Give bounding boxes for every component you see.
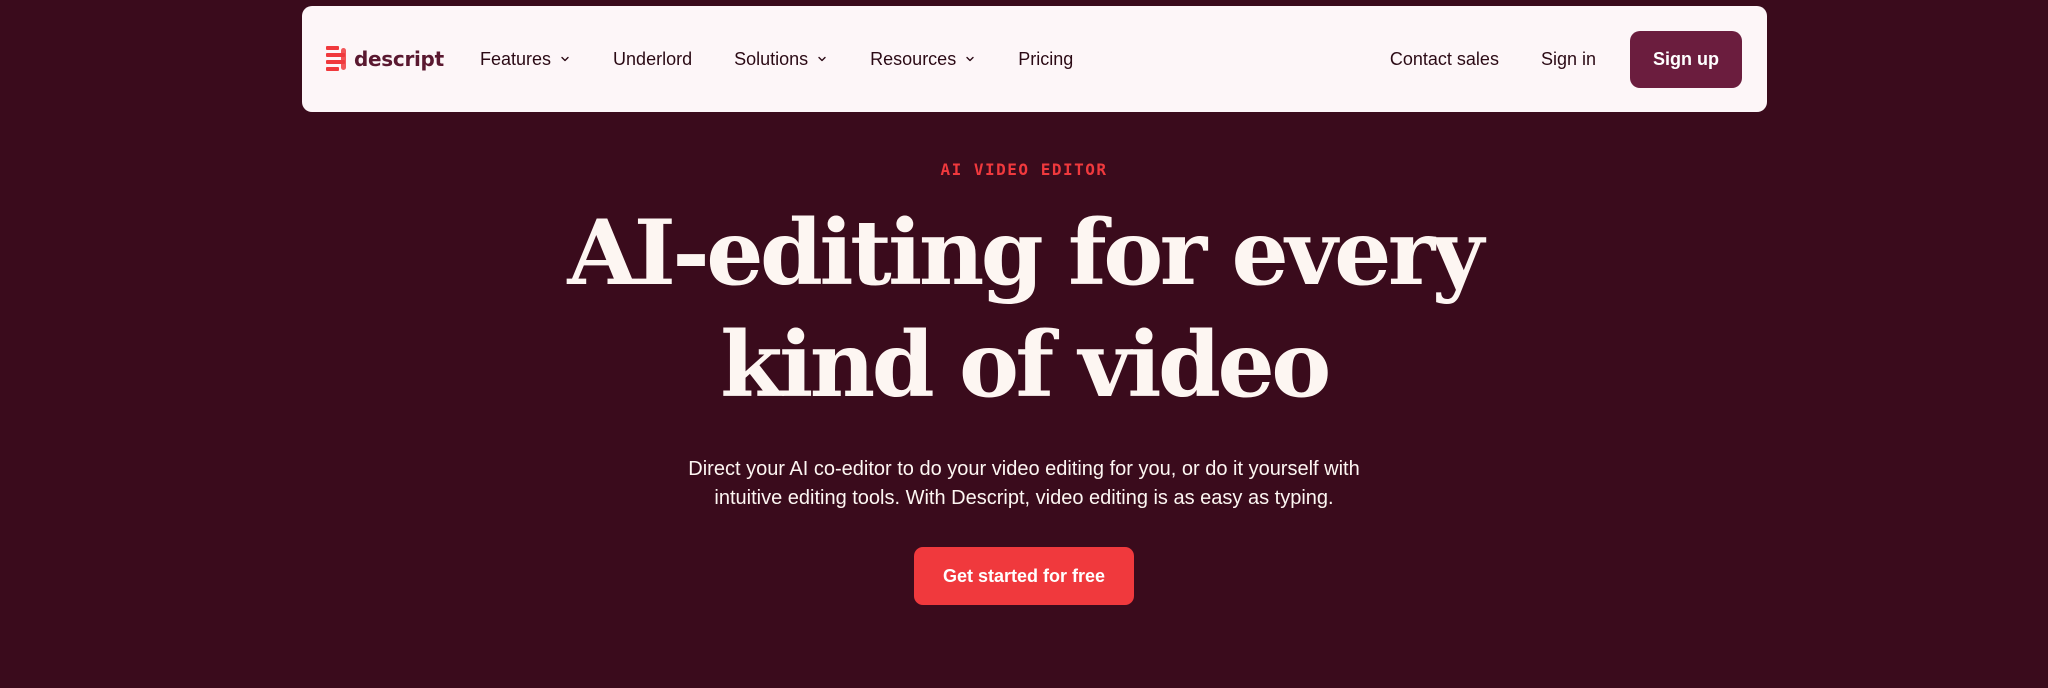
hero-headline-line-1: AI-editing for every bbox=[567, 200, 1484, 306]
get-started-button[interactable]: Get started for free bbox=[914, 547, 1134, 605]
hero-subtitle: Direct your AI co-editor to do your vide… bbox=[688, 458, 1360, 509]
brand-logo-link[interactable]: descript bbox=[326, 6, 444, 112]
hero-eyebrow: AI VIDEO EDITOR bbox=[940, 160, 1108, 179]
nav-actions: Contact sales Sign in Sign up bbox=[1390, 6, 1742, 112]
hero-headline-line-2: kind of video bbox=[720, 312, 1331, 418]
hero-headline: AI-editing for every kind of video bbox=[524, 197, 1524, 421]
descript-logo-icon bbox=[326, 46, 346, 71]
sign-up-button[interactable]: Sign up bbox=[1630, 30, 1742, 88]
nav-item-label: Features bbox=[480, 48, 552, 69]
primary-nav: Features Underlord Solutions Resources P… bbox=[480, 6, 1115, 112]
chevron-down-icon bbox=[966, 56, 974, 62]
top-navigation-bar: descript Features Underlord Solutions Re… bbox=[302, 6, 1767, 112]
contact-sales-link[interactable]: Contact sales bbox=[1390, 49, 1499, 70]
nav-item-pricing[interactable]: Pricing bbox=[1018, 49, 1073, 70]
nav-item-label: Underlord bbox=[613, 48, 693, 69]
nav-item-solutions[interactable]: Solutions bbox=[734, 49, 828, 70]
nav-item-label: Resources bbox=[870, 48, 957, 69]
chevron-down-icon bbox=[561, 56, 569, 62]
hero-section: AI VIDEO EDITOR AI-editing for every kin… bbox=[0, 112, 2048, 605]
sign-in-link[interactable]: Sign in bbox=[1541, 49, 1596, 70]
nav-item-resources[interactable]: Resources bbox=[870, 49, 976, 70]
brand-name: descript bbox=[354, 47, 444, 71]
nav-item-features[interactable]: Features bbox=[480, 49, 571, 70]
chevron-down-icon bbox=[818, 56, 826, 62]
nav-item-label: Solutions bbox=[734, 48, 809, 69]
nav-item-underlord[interactable]: Underlord bbox=[613, 49, 692, 70]
nav-item-label: Pricing bbox=[1018, 48, 1074, 69]
